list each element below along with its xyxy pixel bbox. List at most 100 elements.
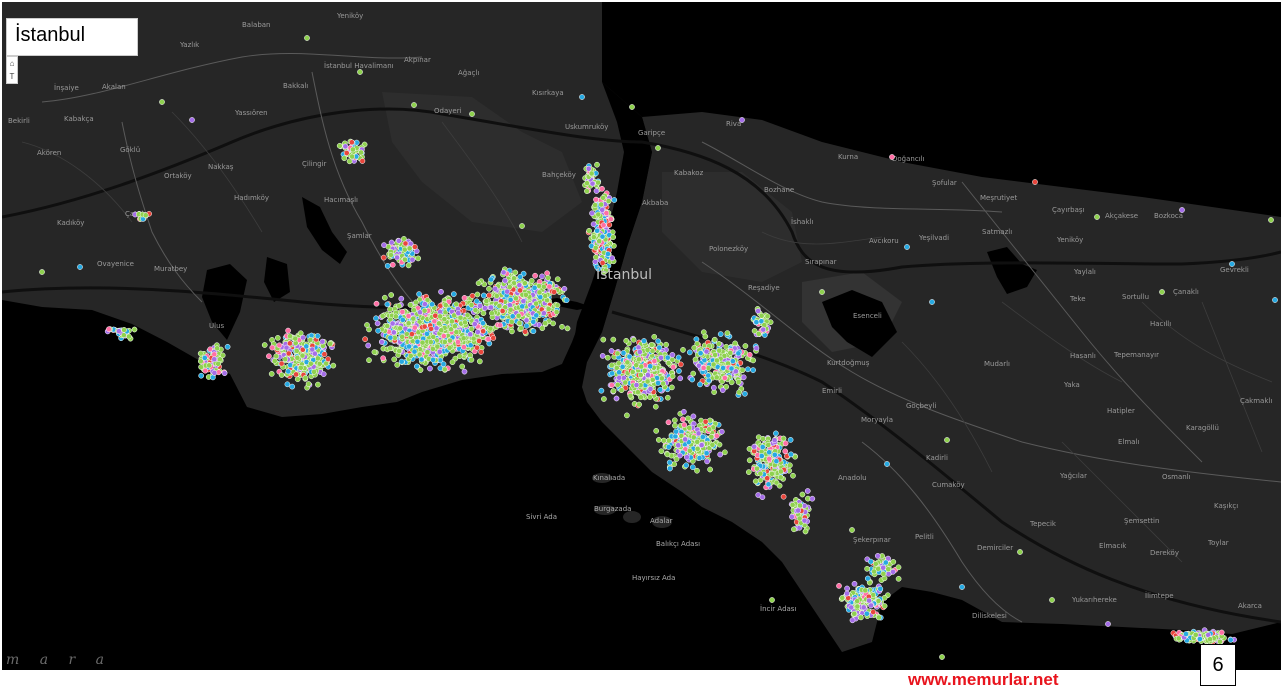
marker-point [379, 313, 386, 319]
place-label: İnşaiye [54, 83, 79, 92]
marker-point [773, 458, 780, 465]
marker-point [648, 342, 655, 348]
marker-point [666, 459, 673, 466]
marker-point [750, 367, 756, 373]
marker-point [746, 457, 753, 464]
marker-point [341, 155, 348, 162]
marker-point [752, 478, 759, 485]
marker-point [600, 336, 607, 343]
marker-point [658, 354, 664, 361]
marker-point [315, 355, 321, 362]
marker-point [392, 313, 399, 320]
marker-point [474, 329, 481, 335]
marker-point [757, 477, 764, 484]
marker-point [1183, 631, 1189, 637]
marker-point [595, 211, 602, 218]
marker-point [373, 315, 379, 322]
marker-point [890, 568, 896, 575]
marker-point [614, 381, 621, 388]
marker-point [620, 350, 627, 356]
marker-point [682, 436, 689, 443]
marker-point [629, 369, 636, 375]
marker-point [730, 358, 736, 365]
marker-point [658, 448, 665, 455]
marker-point [704, 458, 710, 465]
marker-point [676, 368, 682, 374]
marker-point [716, 441, 723, 448]
marker-point [492, 285, 499, 292]
marker-point [590, 234, 597, 240]
place-label: Uskumruköy [565, 123, 608, 131]
marker-point [627, 392, 634, 399]
marker-point [271, 358, 278, 364]
marker-point [394, 362, 401, 368]
marker-point [476, 358, 483, 365]
marker-point [633, 362, 640, 369]
place-label: Kurtdoğmuş [827, 359, 870, 367]
marker-point [459, 363, 466, 370]
marker-point [401, 246, 408, 253]
marker-point [599, 260, 606, 266]
marker-point [944, 437, 950, 443]
marker-point [848, 604, 855, 611]
home-icon[interactable]: ⌂ [10, 59, 15, 68]
marker-point [590, 221, 597, 228]
marker-point [477, 303, 483, 309]
place-label: Ulus [209, 322, 225, 330]
marker-point [349, 153, 356, 160]
marker-point [745, 366, 751, 373]
marker-point [506, 284, 513, 290]
marker-point [490, 335, 497, 341]
marker-point [667, 465, 673, 472]
marker-point [131, 326, 138, 333]
marker-point [594, 161, 600, 168]
marker-point [1207, 636, 1213, 643]
marker-point [221, 370, 228, 377]
marker-point [624, 359, 631, 366]
marker-point [427, 365, 433, 372]
map-canvas[interactable]: Balaban Yeniköy Yazlık İstanbul Havalimanı A… [2, 2, 1281, 670]
place-label: Göçbeyli [906, 402, 936, 410]
marker-point [399, 309, 406, 315]
marker-point [695, 430, 702, 437]
marker-point [666, 437, 672, 444]
marker-point [765, 481, 772, 488]
marker-point [447, 337, 453, 344]
place-label: Akpınar [404, 56, 431, 64]
marker-point [728, 379, 735, 386]
text-layer-icon[interactable]: T [10, 72, 15, 81]
marker-point [436, 349, 443, 355]
marker-point [622, 379, 629, 386]
place-label: Hacımaşlı [324, 196, 358, 204]
marker-point [579, 94, 585, 100]
marker-point [600, 222, 607, 229]
place-label: Sırapınar [805, 258, 837, 266]
marker-point [686, 424, 693, 431]
place-label: Bozhane [764, 186, 794, 194]
marker-point [319, 338, 326, 345]
marker-point [550, 320, 556, 327]
place-label: Elmacık [1099, 542, 1127, 550]
marker-point [442, 302, 449, 308]
place-label: Şemsettin [1124, 517, 1159, 525]
map-title: İstanbul [6, 18, 138, 56]
marker-point [211, 356, 218, 363]
marker-point [849, 617, 856, 624]
marker-point [441, 316, 448, 323]
marker-point [660, 380, 667, 387]
marker-point [316, 360, 323, 367]
marker-point [694, 445, 701, 452]
marker-point [877, 585, 884, 592]
marker-point [616, 369, 622, 376]
place-label: Moryayla [861, 416, 893, 424]
marker-point [638, 363, 645, 370]
marker-point [592, 202, 598, 208]
marker-point [669, 352, 676, 358]
place-label: Mudarlı [984, 360, 1010, 368]
marker-point [486, 285, 492, 292]
marker-point [658, 375, 665, 382]
marker-point [39, 269, 45, 275]
marker-point [523, 317, 530, 324]
marker-point [670, 364, 677, 370]
place-label: Çakmaklı [1240, 397, 1272, 405]
